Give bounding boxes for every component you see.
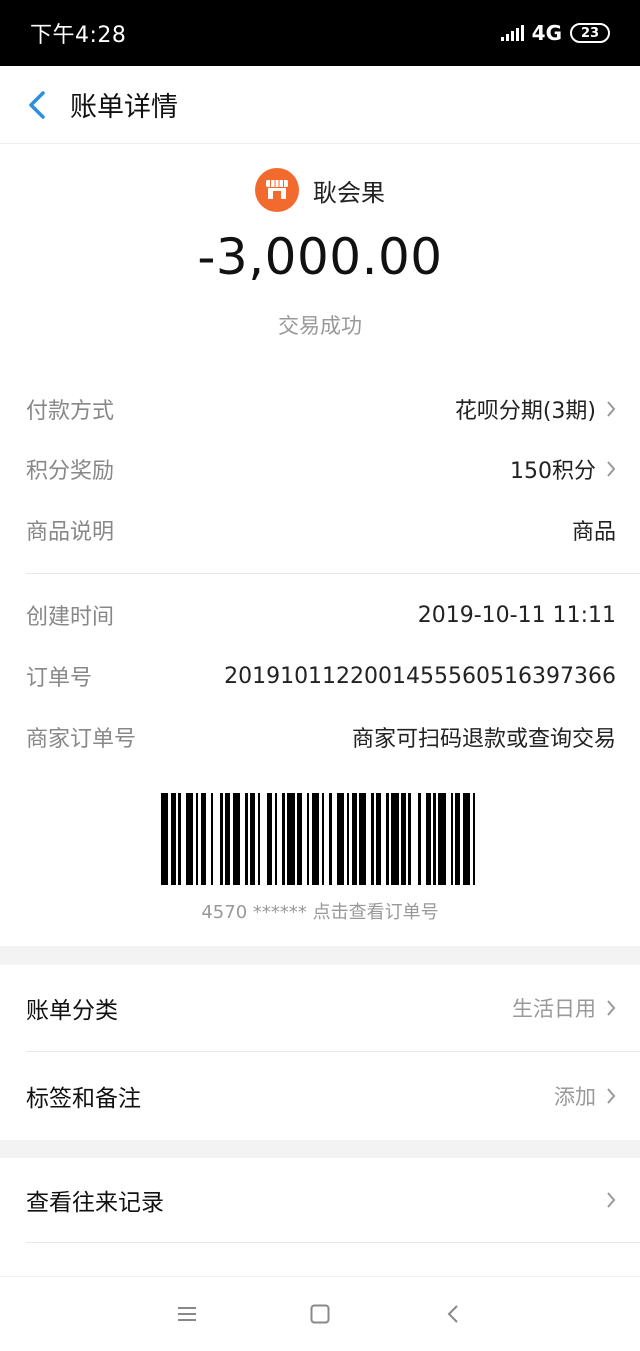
section-separator — [0, 946, 640, 965]
tags-notes-row[interactable]: 标签和备注 添加 — [0, 1052, 640, 1140]
navigation-bar: 账单详情 — [0, 66, 640, 144]
created-time-row: 创建时间 2019-10-11 11:11 — [26, 595, 616, 635]
chevron-right-icon — [607, 1000, 616, 1016]
payment-method-label: 付款方式 — [26, 399, 115, 424]
created-time-label: 创建时间 — [26, 605, 115, 630]
chevron-right-icon — [607, 401, 616, 417]
section-separator — [0, 1140, 640, 1158]
history-row[interactable]: 查看往来记录 — [0, 1158, 640, 1242]
menu-icon — [177, 1307, 196, 1321]
system-navigation-bar — [0, 1276, 640, 1351]
merchant-name: 耿会果 — [313, 178, 385, 207]
shop-icon — [255, 168, 299, 212]
status-indicators: 4G 23 — [500, 21, 610, 45]
back-system-button[interactable] — [423, 1284, 483, 1344]
points-value: 150积分 — [510, 459, 596, 484]
battery-icon: 23 — [570, 23, 610, 43]
merchant-header: 耿会果 — [0, 168, 640, 212]
tags-notes-value: 添加 — [554, 1085, 596, 1109]
merchant-order-row: 商家订单号 商家可扫码退款或查询交易 — [26, 717, 616, 757]
chevron-left-icon — [29, 90, 45, 119]
tags-notes-label: 标签和备注 — [26, 1086, 141, 1112]
order-barcode[interactable] — [161, 793, 481, 885]
description-row: 商品说明 商品 — [26, 510, 616, 550]
merchant-order-label: 商家订单号 — [26, 727, 137, 752]
description-value: 商品 — [571, 520, 616, 545]
transaction-status: 交易成功 — [278, 314, 362, 338]
back-button[interactable] — [0, 66, 70, 144]
created-time-value: 2019-10-11 11:11 — [417, 602, 616, 628]
page-title: 账单详情 — [70, 92, 178, 123]
order-number-label: 订单号 — [26, 666, 93, 691]
network-type: 4G — [531, 21, 562, 45]
chevron-right-icon — [607, 461, 616, 477]
history-label: 查看往来记录 — [26, 1190, 164, 1216]
merchant-order-value: 商家可扫码退款或查询交易 — [351, 727, 616, 752]
points-row[interactable]: 积分奖励 150积分 — [26, 449, 616, 489]
signal-icon — [500, 25, 524, 41]
barcode-caption[interactable]: 4570 ****** 点击查看订单号 — [0, 898, 640, 924]
status-time: 下午4:28 — [30, 23, 127, 48]
bill-category-label: 账单分类 — [26, 998, 118, 1024]
home-button[interactable] — [290, 1284, 350, 1344]
menu-button[interactable] — [157, 1284, 217, 1344]
back-icon — [447, 1305, 459, 1323]
order-number-row: 订单号 2019101122001455560516397366 — [26, 656, 616, 696]
chevron-right-icon — [607, 1088, 616, 1104]
payment-method-row[interactable]: 付款方式 花呗分期(3期) — [26, 389, 616, 429]
divider — [26, 573, 640, 574]
home-icon — [310, 1304, 330, 1324]
divider — [26, 1242, 640, 1243]
chevron-right-icon — [607, 1192, 616, 1208]
status-bar: 下午4:28 4G 23 — [0, 0, 640, 66]
transaction-amount: -3,000.00 — [197, 228, 443, 286]
payment-method-value: 花呗分期(3期) — [454, 399, 596, 424]
points-label: 积分奖励 — [26, 459, 115, 484]
order-number-value: 2019101122001455560516397366 — [224, 663, 616, 689]
bill-category-value: 生活日用 — [512, 997, 596, 1021]
bill-category-row[interactable]: 账单分类 生活日用 — [0, 965, 640, 1051]
description-label: 商品说明 — [26, 520, 115, 545]
